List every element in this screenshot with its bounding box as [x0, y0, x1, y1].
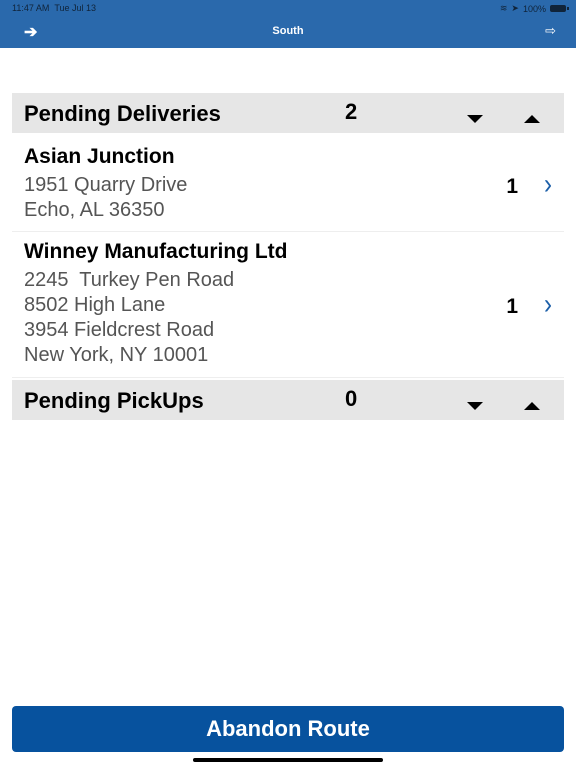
location-icon: ➤	[511, 3, 519, 13]
delivery-row[interactable]: Winney Manufacturing Ltd 2245 Turkey Pen…	[12, 232, 564, 378]
home-indicator[interactable]	[193, 758, 383, 762]
customer-name: Winney Manufacturing Ltd	[24, 240, 288, 263]
navigation-bar: 11:47 AM Tue Jul 13 ≋ ➤ 100% ➔ South ⇨	[0, 0, 576, 48]
status-indicators: ≋ ➤ 100%	[499, 3, 569, 14]
section-title: Pending PickUps	[24, 388, 204, 413]
item-quantity: 1	[506, 175, 518, 198]
logout-icon[interactable]: ⇨	[545, 23, 556, 39]
battery-percent: 100%	[522, 3, 546, 14]
battery-icon	[550, 5, 569, 12]
section-title: Pending Deliveries	[24, 101, 221, 126]
page-title: South	[272, 25, 304, 37]
section-count: 0	[345, 386, 358, 411]
delivery-row[interactable]: Asian Junction 1951 Quarry Drive Echo, A…	[12, 133, 564, 232]
sort-up-icon[interactable]	[524, 115, 540, 123]
wifi-icon: ≋	[499, 3, 508, 13]
sort-down-icon[interactable]	[467, 402, 483, 410]
item-quantity: 1	[506, 295, 518, 318]
section-count: 2	[345, 99, 358, 124]
sort-up-icon[interactable]	[524, 402, 540, 410]
status-time: 11:47 AM Tue Jul 13	[12, 3, 97, 13]
customer-address: 1951 Quarry Drive Echo, AL 36350	[24, 174, 188, 221]
customer-address: 2245 Turkey Pen Road 8502 High Lane 3954…	[24, 269, 235, 366]
chevron-right-icon[interactable]: ›	[544, 288, 552, 322]
section-header-pending-pickups: Pending PickUps 0	[12, 380, 564, 420]
abandon-route-button[interactable]: Abandon Route	[12, 706, 564, 752]
chevron-right-icon[interactable]: ›	[544, 168, 552, 202]
customer-name: Asian Junction	[24, 145, 175, 168]
section-header-pending-deliveries: Pending Deliveries 2	[12, 93, 564, 133]
sort-down-icon[interactable]	[467, 115, 483, 123]
